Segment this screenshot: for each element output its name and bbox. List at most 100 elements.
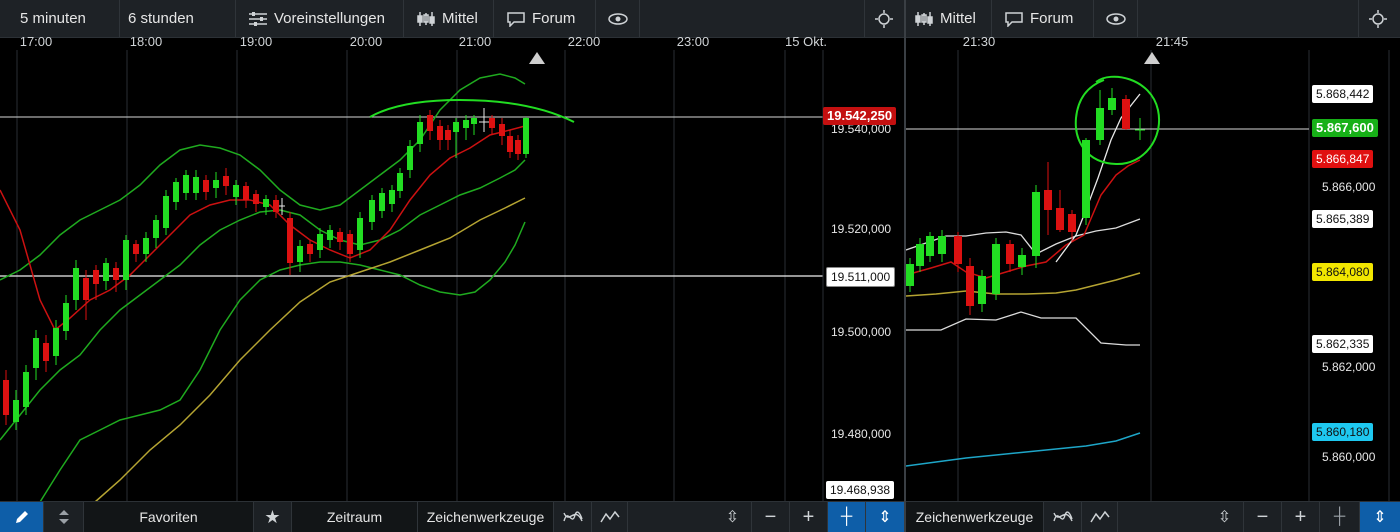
right-forum-label: Forum bbox=[1030, 10, 1074, 27]
range-select[interactable]: 6 stunden bbox=[120, 0, 236, 37]
right-price-type-select[interactable]: Mittel bbox=[906, 0, 992, 37]
time-label: 15 Okt. bbox=[785, 34, 827, 49]
up-down-arrows-icon bbox=[58, 510, 69, 524]
fit-vertical-button[interactable]: ⇕ bbox=[866, 502, 904, 532]
price-label: 5.866,000 bbox=[1322, 180, 1376, 194]
bollinger-upper-line bbox=[0, 73, 526, 281]
speech-bubble-icon bbox=[507, 11, 525, 27]
price-tag: 5.862,335 bbox=[1312, 335, 1374, 353]
crosshair-tool-button[interactable]: ⇳ bbox=[714, 502, 752, 532]
time-label: 19:00 bbox=[239, 34, 273, 49]
forum-button[interactable]: Forum bbox=[494, 0, 596, 37]
left-time-axis: 17:00 18:00 19:00 20:00 21:00 22:00 23:0… bbox=[0, 34, 904, 50]
right-chart-panel: Mittel Forum 21:30 21:45 5.866,000 5.862… bbox=[906, 0, 1400, 532]
minus-icon: − bbox=[764, 505, 777, 528]
drawing-tools-button[interactable]: Zeichenwerkzeuge bbox=[418, 502, 554, 532]
presets-button[interactable]: Voreinstellungen bbox=[236, 0, 404, 37]
right-drawing-tools-label: Zeichenwerkzeuge bbox=[915, 509, 1034, 525]
right-zoom-out-button[interactable]: − bbox=[1244, 502, 1282, 532]
right-plus-icon: + bbox=[1294, 505, 1307, 528]
left-candles bbox=[3, 108, 529, 430]
right-fit-vertical-icon: ⇕ bbox=[1373, 509, 1387, 526]
time-label: 17:00 bbox=[19, 34, 53, 49]
right-eye-icon bbox=[1106, 12, 1126, 25]
time-label: 21:45 bbox=[1155, 34, 1189, 49]
right-candlestick-icon bbox=[915, 11, 933, 26]
right-zoom-in-button[interactable]: + bbox=[1282, 502, 1320, 532]
candlestick-icon bbox=[417, 11, 435, 26]
right-settings-button[interactable] bbox=[1358, 0, 1400, 37]
settings-button[interactable] bbox=[864, 0, 904, 37]
right-bottom-toolbar: Zeichenwerkzeuge ⇳ − + ┼ ⇕ bbox=[906, 501, 1400, 532]
presets-label: Voreinstellungen bbox=[274, 10, 385, 27]
right-drawing-tools-button[interactable]: Zeichenwerkzeuge bbox=[906, 502, 1044, 532]
indicator-button[interactable] bbox=[554, 502, 592, 532]
price-label: 19.520,000 bbox=[831, 222, 892, 236]
interval-select[interactable]: 5 minuten bbox=[12, 0, 120, 37]
bollinger-lower-line bbox=[39, 221, 526, 503]
crosshair-move-icon: ⇳ bbox=[725, 509, 740, 526]
pencil-icon bbox=[15, 511, 28, 523]
price-type-label: Mittel bbox=[442, 10, 478, 27]
left-toolbar: 5 minuten 6 stunden Voreinstellungen Mit… bbox=[0, 0, 904, 38]
forum-label: Forum bbox=[532, 10, 576, 27]
brightness-icon bbox=[875, 9, 893, 28]
low-price-tag: 19.468,938 bbox=[826, 481, 895, 499]
price-label: 5.862,000 bbox=[1322, 360, 1376, 374]
price-label: 19.500,000 bbox=[831, 325, 892, 339]
crosshair-icon: ┼ bbox=[840, 508, 853, 525]
right-crosshair-tool-button[interactable]: ⇳ bbox=[1206, 502, 1244, 532]
right-time-marker-icon[interactable] bbox=[1144, 52, 1160, 64]
indicator-wave-icon bbox=[562, 511, 583, 522]
timeframe-label: Zeitraum bbox=[326, 509, 383, 525]
right-crosshair-icon: ┼ bbox=[1333, 508, 1346, 525]
right-line-chart-icon bbox=[1089, 510, 1110, 523]
drawing-tools-label: Zeichenwerkzeuge bbox=[426, 509, 545, 525]
right-toolbar: Mittel Forum bbox=[906, 0, 1400, 38]
favorite-star-button[interactable]: ★ bbox=[254, 502, 292, 532]
right-indicator-wave-icon bbox=[1052, 511, 1073, 522]
time-label: 23:00 bbox=[676, 34, 710, 49]
price-label: 5.860,000 bbox=[1322, 450, 1376, 464]
cyan-moving-average-line bbox=[906, 432, 1141, 467]
right-time-axis: 21:30 21:45 bbox=[906, 34, 1400, 50]
left-bottom-toolbar: Favoriten ★ Zeitraum Zeichenwerkzeuge ⇳ … bbox=[0, 501, 904, 532]
zoom-out-button[interactable]: − bbox=[752, 502, 790, 532]
sort-toggle-button[interactable] bbox=[44, 502, 84, 532]
right-indicator-button[interactable] bbox=[1044, 502, 1082, 532]
price-tag: 5.866,847 bbox=[1312, 150, 1374, 168]
draw-pencil-button[interactable] bbox=[0, 502, 44, 532]
price-type-select[interactable]: Mittel bbox=[404, 0, 494, 37]
plus-icon: + bbox=[802, 505, 815, 528]
current-price-tag: 19.542,250 bbox=[823, 107, 897, 125]
favorites-label: Favoriten bbox=[139, 509, 198, 525]
right-crosshair-button[interactable]: ┼ bbox=[1320, 502, 1360, 532]
time-label: 18:00 bbox=[129, 34, 163, 49]
favorites-button[interactable]: Favoriten bbox=[84, 502, 254, 532]
interval-label: 5 minuten bbox=[20, 10, 86, 27]
chart-type-button[interactable] bbox=[592, 502, 628, 532]
zoom-in-button[interactable]: + bbox=[790, 502, 828, 532]
visibility-toggle[interactable] bbox=[596, 0, 640, 37]
lower-band-line bbox=[906, 311, 1140, 346]
time-label: 20:00 bbox=[349, 34, 383, 49]
price-label: 19.480,000 bbox=[831, 427, 892, 441]
fit-vertical-icon: ⇕ bbox=[878, 509, 892, 526]
right-brightness-icon bbox=[1369, 9, 1387, 28]
right-fit-vertical-button[interactable]: ⇕ bbox=[1360, 502, 1400, 532]
crosshair-button[interactable]: ┼ bbox=[828, 502, 866, 532]
timeframe-button[interactable]: Zeitraum bbox=[292, 502, 418, 532]
time-marker-icon[interactable] bbox=[529, 52, 545, 64]
right-minus-icon: − bbox=[1256, 505, 1269, 528]
left-chart-canvas[interactable] bbox=[0, 0, 904, 532]
right-current-price-tag: 5.867,600 bbox=[1312, 119, 1378, 137]
right-visibility-toggle[interactable] bbox=[1094, 0, 1138, 37]
level-price-tag: 19.511,000 bbox=[826, 267, 896, 287]
time-label: 21:30 bbox=[962, 34, 996, 49]
price-tag: 5.864,080 bbox=[1312, 263, 1374, 281]
right-chart-type-button[interactable] bbox=[1082, 502, 1118, 532]
right-forum-button[interactable]: Forum bbox=[992, 0, 1094, 37]
right-price-type-label: Mittel bbox=[940, 10, 976, 27]
time-label: 21:00 bbox=[458, 34, 492, 49]
star-icon: ★ bbox=[264, 506, 281, 527]
